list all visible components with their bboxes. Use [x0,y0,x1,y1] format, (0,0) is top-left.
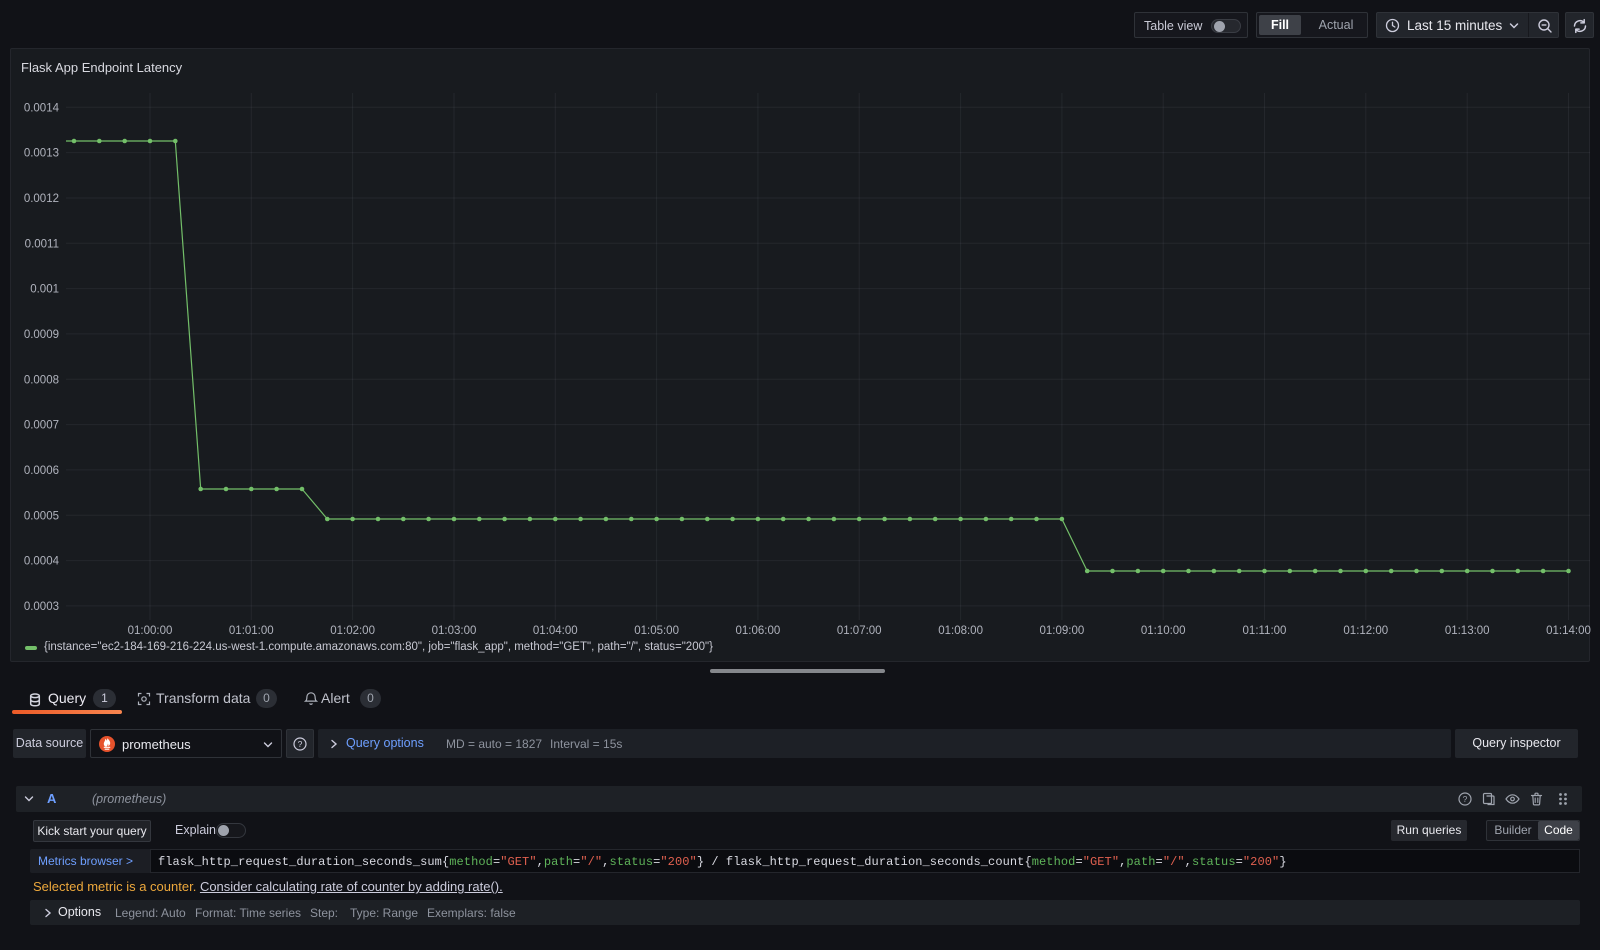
svg-text:?: ? [298,739,303,749]
svg-text:01:01:00: 01:01:00 [229,625,274,637]
svg-text:01:04:00: 01:04:00 [533,625,578,637]
svg-text:01:10:00: 01:10:00 [1141,625,1186,637]
svg-text:01:11:00: 01:11:00 [1243,625,1287,637]
svg-text:01:06:00: 01:06:00 [736,625,781,637]
svg-text:0.0012: 0.0012 [24,193,59,205]
svg-text:0.001: 0.001 [30,284,59,296]
svg-text:01:00:00: 01:00:00 [128,625,173,637]
svg-text:01:14:00: 01:14:00 [1546,625,1591,637]
svg-text:0.0009: 0.0009 [24,329,59,341]
svg-text:0.0004: 0.0004 [24,556,60,568]
svg-text:0.0005: 0.0005 [24,510,59,522]
svg-text:01:09:00: 01:09:00 [1040,625,1085,637]
svg-text:0.0007: 0.0007 [24,420,59,432]
svg-text:01:08:00: 01:08:00 [938,625,983,637]
svg-text:0.0011: 0.0011 [25,238,59,250]
svg-text:01:13:00: 01:13:00 [1445,625,1490,637]
svg-text:0.0013: 0.0013 [24,148,59,160]
svg-text:0.0008: 0.0008 [24,374,59,386]
svg-text:01:12:00: 01:12:00 [1343,625,1388,637]
svg-text:0.0006: 0.0006 [24,465,59,477]
svg-text:0.0003: 0.0003 [24,601,59,613]
svg-text:01:05:00: 01:05:00 [634,625,679,637]
svg-text:01:02:00: 01:02:00 [330,625,375,637]
svg-text:01:03:00: 01:03:00 [432,625,477,637]
svg-text:?: ? [1463,794,1468,804]
svg-text:0.0014: 0.0014 [24,102,60,114]
svg-text:01:07:00: 01:07:00 [837,625,882,637]
